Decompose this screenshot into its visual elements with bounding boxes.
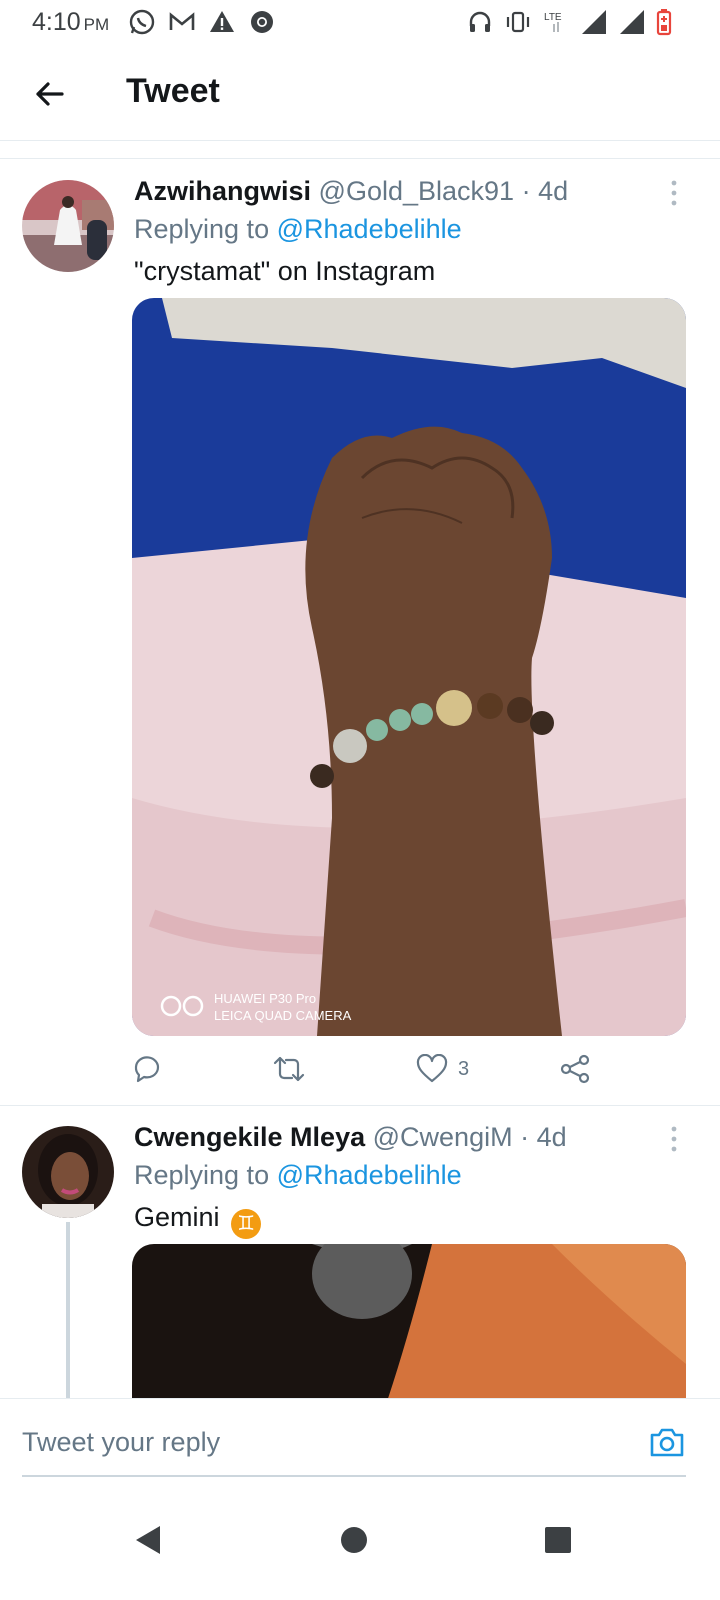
avatar-image <box>22 1126 114 1218</box>
system-icons: LTE <box>466 8 672 36</box>
nav-back-icon[interactable] <box>132 1524 164 1556</box>
tweet-media[interactable] <box>132 1244 686 1398</box>
share-icon <box>560 1054 590 1084</box>
avatar[interactable] <box>22 1126 114 1218</box>
tweet-media[interactable]: HUAWEI P30 Pro LEICA QUAD CAMERA <box>132 298 686 1036</box>
reply-icon <box>134 1056 160 1083</box>
tweet-text-body: Gemini <box>134 1202 220 1232</box>
replying-prefix: Replying to <box>134 1160 270 1190</box>
tweet-actions: 3 <box>132 1054 632 1094</box>
retweet-button[interactable] <box>272 1054 306 1084</box>
chrome-icon <box>251 11 273 33</box>
tweet[interactable]: Azwihangwisi @Gold_Black91 · 4d Replying… <box>0 160 720 1105</box>
replying-prefix: Replying to <box>134 214 270 244</box>
reply-composer: Tweet your reply <box>0 1398 720 1483</box>
timestamp: 4d <box>536 1122 567 1152</box>
divider <box>0 158 720 159</box>
retweet-icon <box>273 1056 305 1082</box>
nav-recents-icon[interactable] <box>542 1524 574 1556</box>
nav-home-icon[interactable] <box>338 1524 370 1556</box>
meta-separator: · <box>521 176 531 206</box>
reply-button[interactable] <box>132 1054 162 1084</box>
status-time: 4:10 PM <box>32 8 109 37</box>
page-title: Tweet <box>126 72 220 110</box>
more-options-icon[interactable] <box>662 1124 686 1154</box>
meta-separator: · <box>520 1122 530 1152</box>
battery-icon <box>656 9 672 36</box>
avatar-image <box>22 180 114 272</box>
media-image <box>132 1244 686 1398</box>
timestamp: 4d <box>538 176 569 206</box>
author-handle[interactable]: @CwengiM <box>373 1122 513 1152</box>
tweet-header: Cwengekile Mleya @CwengiM · 4d <box>134 1122 567 1153</box>
whatsapp-icon <box>129 9 155 35</box>
headphones-icon <box>469 11 491 32</box>
media-image: HUAWEI P30 Pro LEICA QUAD CAMERA <box>132 298 686 1036</box>
signal-icon <box>620 10 644 34</box>
gmail-icon <box>169 12 195 30</box>
lte-icon: LTE <box>544 12 562 32</box>
status-ampm: PM <box>83 15 110 34</box>
tweet[interactable]: Cwengekile Mleya @CwengiM · 4d Replying … <box>0 1106 720 1398</box>
vibrate-icon <box>506 11 530 33</box>
author-name[interactable]: Azwihangwisi <box>134 176 311 206</box>
replying-to: Replying to @Rhadebelihle <box>134 214 462 245</box>
watermark-line-2: LEICA QUAD CAMERA <box>214 1008 352 1023</box>
author-handle[interactable]: @Gold_Black91 <box>319 176 515 206</box>
tweet-header: Azwihangwisi @Gold_Black91 · 4d <box>134 176 568 207</box>
status-clock: 4:10 <box>32 8 81 36</box>
reply-underline <box>22 1475 686 1477</box>
more-options-icon[interactable] <box>662 178 686 208</box>
replying-to: Replying to @Rhadebelihle <box>134 1160 462 1191</box>
like-count: 3 <box>458 1057 470 1080</box>
watermark-line-1: HUAWEI P30 Pro <box>214 991 316 1006</box>
mention-link[interactable]: @Rhadebelihle <box>277 214 462 244</box>
thread-line <box>66 1222 70 1398</box>
avatar[interactable] <box>22 180 114 272</box>
heart-icon <box>416 1054 448 1083</box>
signal-icon <box>582 10 606 34</box>
share-button[interactable] <box>560 1054 590 1084</box>
lte-label: LTE <box>544 12 562 23</box>
arrow-left-icon[interactable] <box>28 72 72 116</box>
author-name[interactable]: Cwengekile Mleya <box>134 1122 365 1152</box>
reply-input[interactable]: Tweet your reply <box>22 1427 220 1458</box>
gemini-emoji: ♊ <box>231 1209 262 1239</box>
camera-icon[interactable] <box>648 1423 686 1461</box>
tweet-text: "crystamat" on Instagram <box>134 256 436 286</box>
app-bar: Tweet <box>0 50 720 141</box>
like-button[interactable]: 3 <box>416 1054 469 1084</box>
status-bar: 4:10 PM LTE <box>0 0 720 44</box>
tweet-text: Gemini ♊ <box>134 1202 262 1239</box>
mention-link[interactable]: @Rhadebelihle <box>277 1160 462 1190</box>
warning-icon <box>210 11 234 32</box>
system-nav-bar <box>0 1484 720 1600</box>
notification-icons <box>128 8 276 36</box>
